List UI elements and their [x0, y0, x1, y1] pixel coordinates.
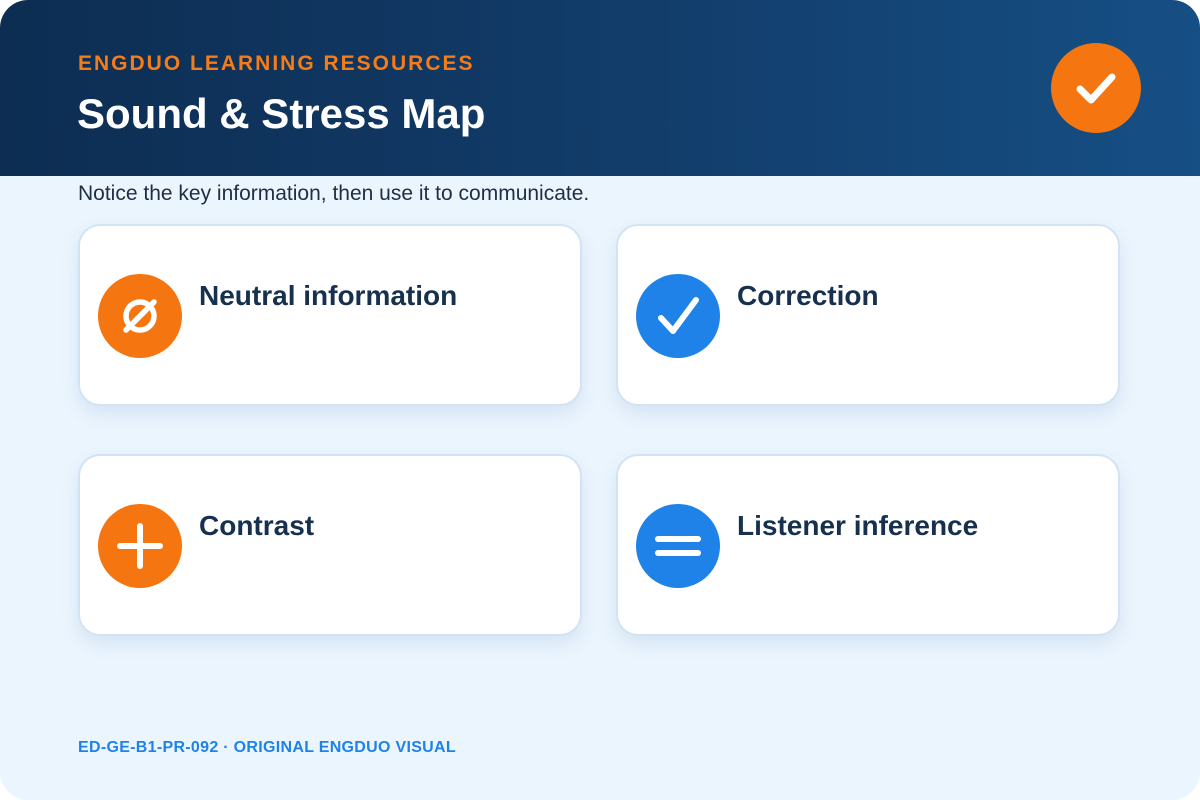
- checkmark-icon: [636, 274, 720, 358]
- card-label: Correction: [737, 280, 879, 311]
- footer-code: ED-GE-B1-PR-092 · ORIGINAL ENGDUO VISUAL: [78, 739, 456, 756]
- equals-icon: [636, 504, 720, 588]
- card-label: Contrast: [199, 510, 315, 541]
- resource-card-frame: ENGDUO LEARNING RESOURCES Sound & Stress…: [0, 0, 1200, 800]
- card-listener-inference: Listener inference: [616, 454, 1120, 636]
- page-title: Sound & Stress Map: [77, 90, 486, 137]
- plus-icon: [98, 504, 182, 588]
- card-label: Neutral information: [199, 280, 458, 311]
- card-correction: Correction: [616, 224, 1120, 406]
- card-label: Listener inference: [737, 510, 979, 541]
- subtitle: Notice the key information, then use it …: [78, 182, 590, 205]
- checkmark-icon: [1051, 43, 1141, 133]
- header-banner: ENGDUO LEARNING RESOURCES Sound & Stress…: [0, 0, 1200, 176]
- card-neutral-information: Neutral information: [78, 224, 582, 406]
- header-eyebrow: ENGDUO LEARNING RESOURCES: [78, 52, 475, 75]
- card-contrast: Contrast: [78, 454, 582, 636]
- empty-set-icon: [98, 274, 182, 358]
